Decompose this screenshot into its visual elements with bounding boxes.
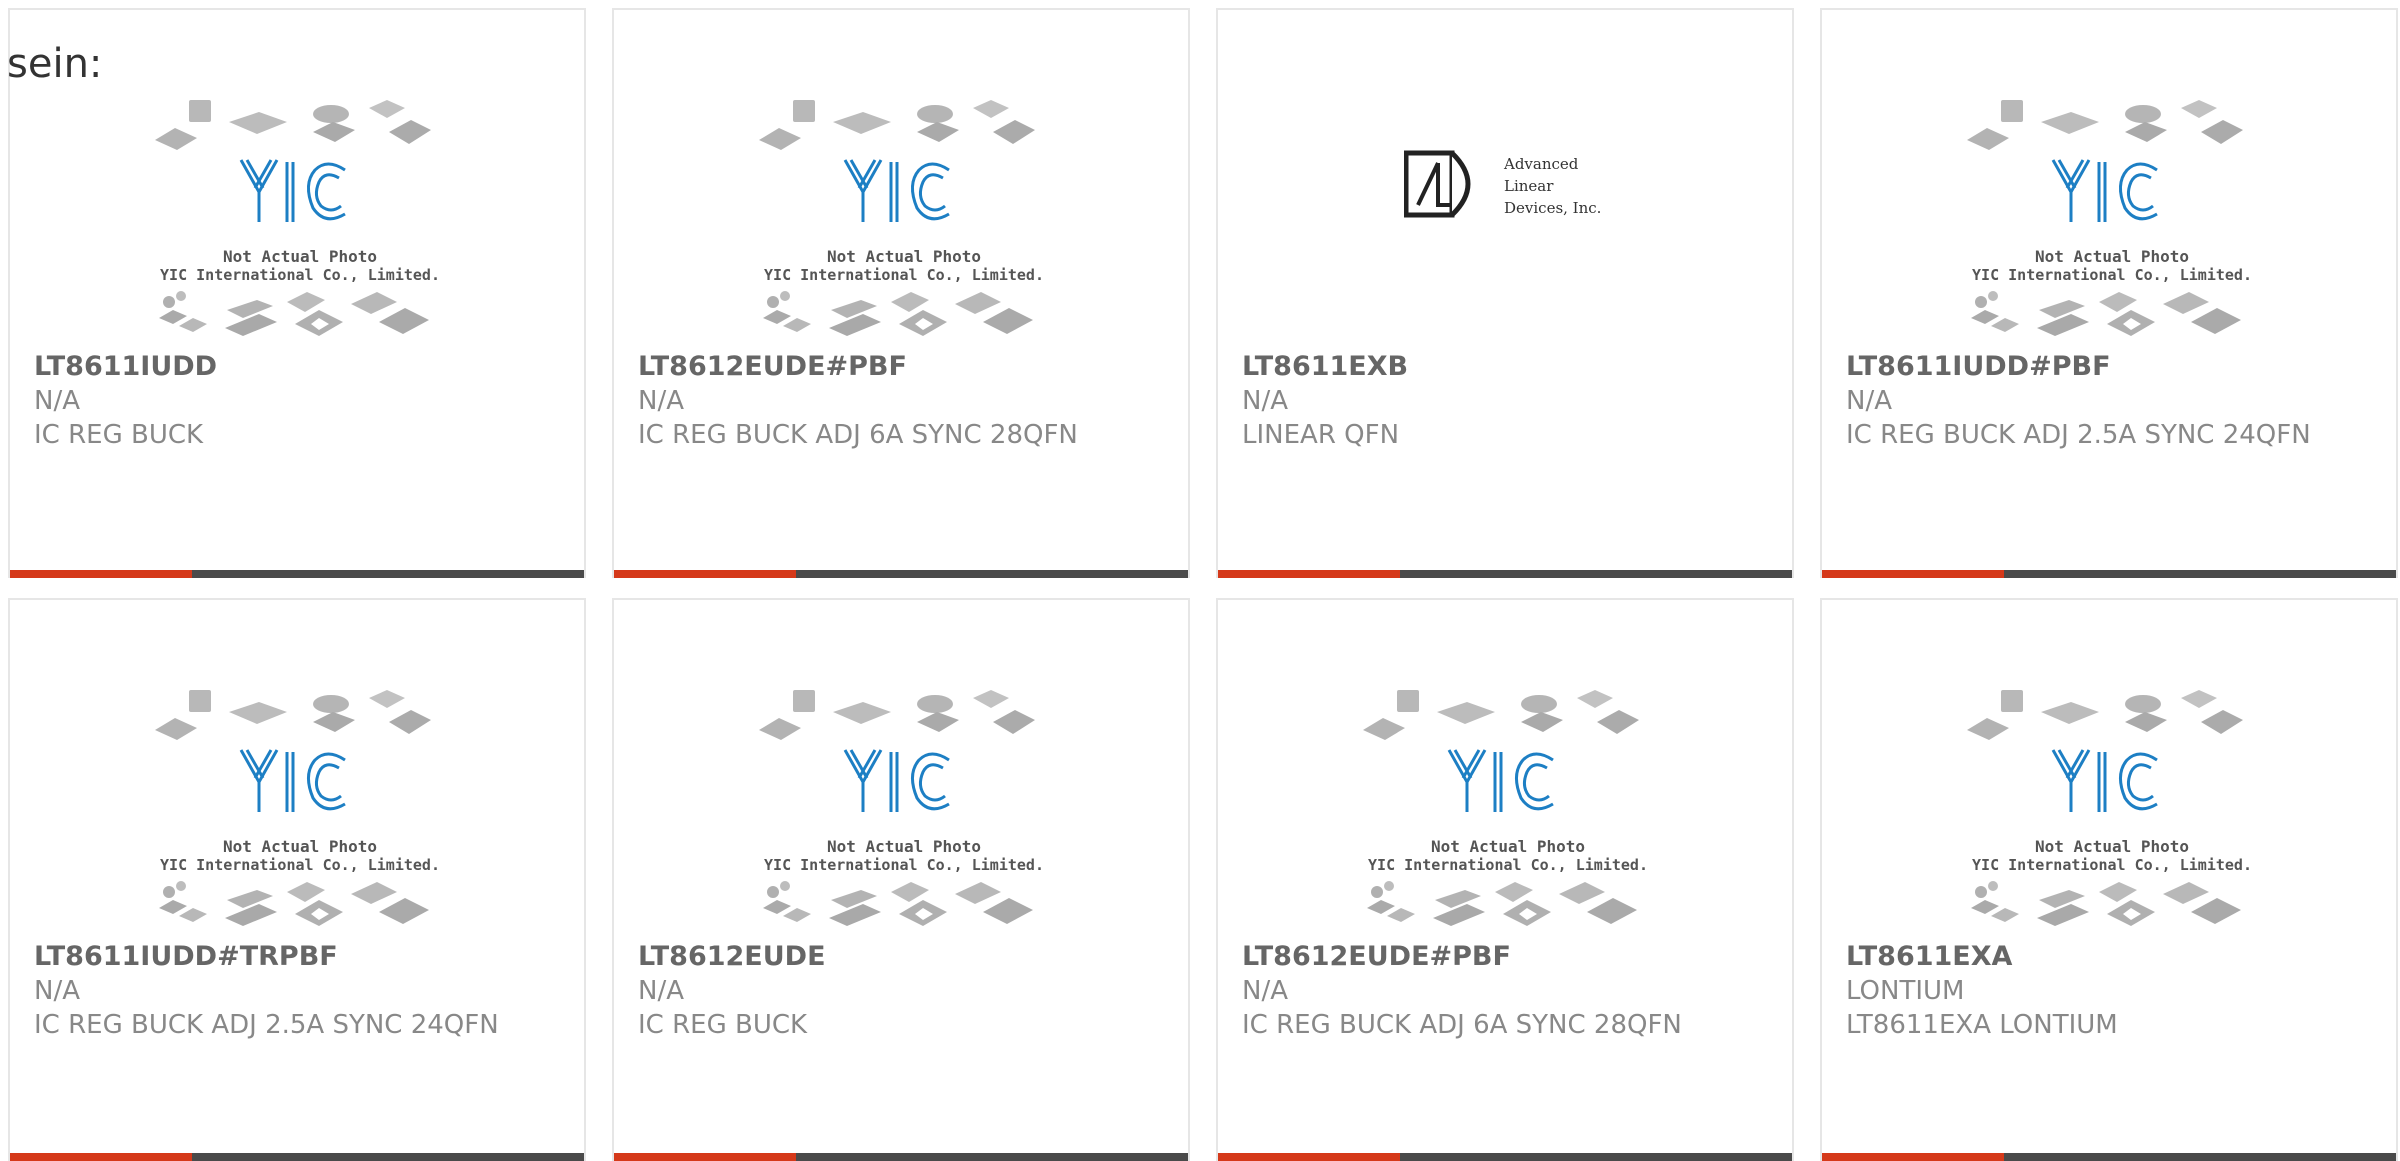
card-bottom-bar [614, 570, 1188, 578]
product-card[interactable]: LT8611IUDD#TRPBF N/A IC REG BUCK ADJ 2.5… [8, 598, 586, 1161]
product-card[interactable]: LT8611IUDD N/A IC REG BUCK [8, 8, 586, 578]
ald-logo-line1: Advanced [1503, 155, 1579, 173]
card-bottom-bar [1822, 570, 2396, 578]
part-number-link[interactable]: LT8611IUDD#PBF [1846, 350, 2376, 384]
product-info: LT8611EXB N/A LINEAR QFN [1242, 350, 1772, 452]
description: IC REG BUCK [638, 1010, 808, 1040]
product-card[interactable]: LT8611EXA LONTIUM LT8611EXA LONTIUM [1820, 598, 2398, 1161]
manufacturer: N/A [1846, 386, 1892, 416]
card-accent-bar [614, 1153, 796, 1161]
product-info: LT8611IUDD#PBF N/A IC REG BUCK ADJ 2.5A … [1846, 350, 2376, 452]
product-photo-placeholder [155, 100, 445, 352]
product-info: LT8612EUDE#PBF N/A IC REG BUCK ADJ 6A SY… [1242, 940, 1772, 1042]
manufacturer: N/A [638, 976, 684, 1006]
manufacturer: N/A [34, 386, 80, 416]
card-bottom-bar [1822, 1153, 2396, 1161]
card-bottom-bar [10, 1153, 584, 1161]
manufacturer: N/A [1242, 976, 1288, 1006]
product-photo-placeholder [1363, 690, 1653, 942]
card-bottom-bar [1218, 570, 1792, 578]
manufacturer: LONTIUM [1846, 976, 1965, 1006]
product-card[interactable]: LT8612EUDE#PBF N/A IC REG BUCK ADJ 6A SY… [612, 8, 1190, 578]
product-grid: LT8611IUDD N/A IC REG BUCK LT8612EUDE#PB… [0, 0, 2400, 1161]
intro-text: sein: [7, 41, 103, 87]
part-number-link[interactable]: LT8611EXA [1846, 940, 2376, 974]
description: IC REG BUCK ADJ 6A SYNC 28QFN [638, 420, 1078, 450]
description: IC REG BUCK [34, 420, 204, 450]
product-photo-placeholder [155, 690, 445, 942]
card-accent-bar [1218, 1153, 1400, 1161]
description: IC REG BUCK ADJ 2.5A SYNC 24QFN [1846, 420, 2311, 450]
card-bottom-bar [1218, 1153, 1792, 1161]
card-accent-bar [1822, 1153, 2004, 1161]
product-info: LT8611IUDD N/A IC REG BUCK [34, 350, 564, 452]
part-number-link[interactable]: LT8612EUDE [638, 940, 1168, 974]
manufacturer: N/A [638, 386, 684, 416]
card-accent-bar [10, 570, 192, 578]
card-accent-bar [614, 570, 796, 578]
product-photo-placeholder [759, 100, 1049, 352]
product-card[interactable]: Advanced Linear Devices, Inc. LT8611EXB … [1216, 8, 1794, 578]
product-info: LT8611EXA LONTIUM LT8611EXA LONTIUM [1846, 940, 2376, 1042]
product-photo-placeholder [1967, 690, 2257, 942]
product-photo-placeholder [1967, 100, 2257, 352]
product-card[interactable]: LT8612EUDE#PBF N/A IC REG BUCK ADJ 6A SY… [1216, 598, 1794, 1161]
description: LINEAR QFN [1242, 420, 1400, 450]
part-number-link[interactable]: LT8612EUDE#PBF [638, 350, 1168, 384]
product-photo-placeholder [759, 690, 1049, 942]
product-info: LT8612EUDE#PBF N/A IC REG BUCK ADJ 6A SY… [638, 350, 1168, 452]
part-number-link[interactable]: LT8612EUDE#PBF [1242, 940, 1772, 974]
description: IC REG BUCK ADJ 6A SYNC 28QFN [1242, 1010, 1682, 1040]
card-bottom-bar [614, 1153, 1188, 1161]
card-bottom-bar [10, 570, 584, 578]
card-accent-bar [1218, 570, 1400, 578]
description: LT8611EXA LONTIUM [1846, 1010, 2118, 1040]
ald-logo: Advanced Linear Devices, Inc. [1404, 145, 1624, 225]
card-accent-bar [10, 1153, 192, 1161]
product-info: LT8612EUDE N/A IC REG BUCK [638, 940, 1168, 1042]
ald-logo-line2: Linear [1504, 177, 1554, 195]
product-card[interactable]: LT8611IUDD#PBF N/A IC REG BUCK ADJ 2.5A … [1820, 8, 2398, 578]
description: IC REG BUCK ADJ 2.5A SYNC 24QFN [34, 1010, 499, 1040]
ald-logo-line3: Devices, Inc. [1504, 199, 1601, 217]
manufacturer: N/A [34, 976, 80, 1006]
card-accent-bar [1822, 570, 2004, 578]
product-info: LT8611IUDD#TRPBF N/A IC REG BUCK ADJ 2.5… [34, 940, 564, 1042]
product-card[interactable]: LT8612EUDE N/A IC REG BUCK [612, 598, 1190, 1161]
part-number-link[interactable]: LT8611IUDD#TRPBF [34, 940, 564, 974]
part-number-link[interactable]: LT8611EXB [1242, 350, 1772, 384]
part-number-link[interactable]: LT8611IUDD [34, 350, 564, 384]
manufacturer: N/A [1242, 386, 1288, 416]
